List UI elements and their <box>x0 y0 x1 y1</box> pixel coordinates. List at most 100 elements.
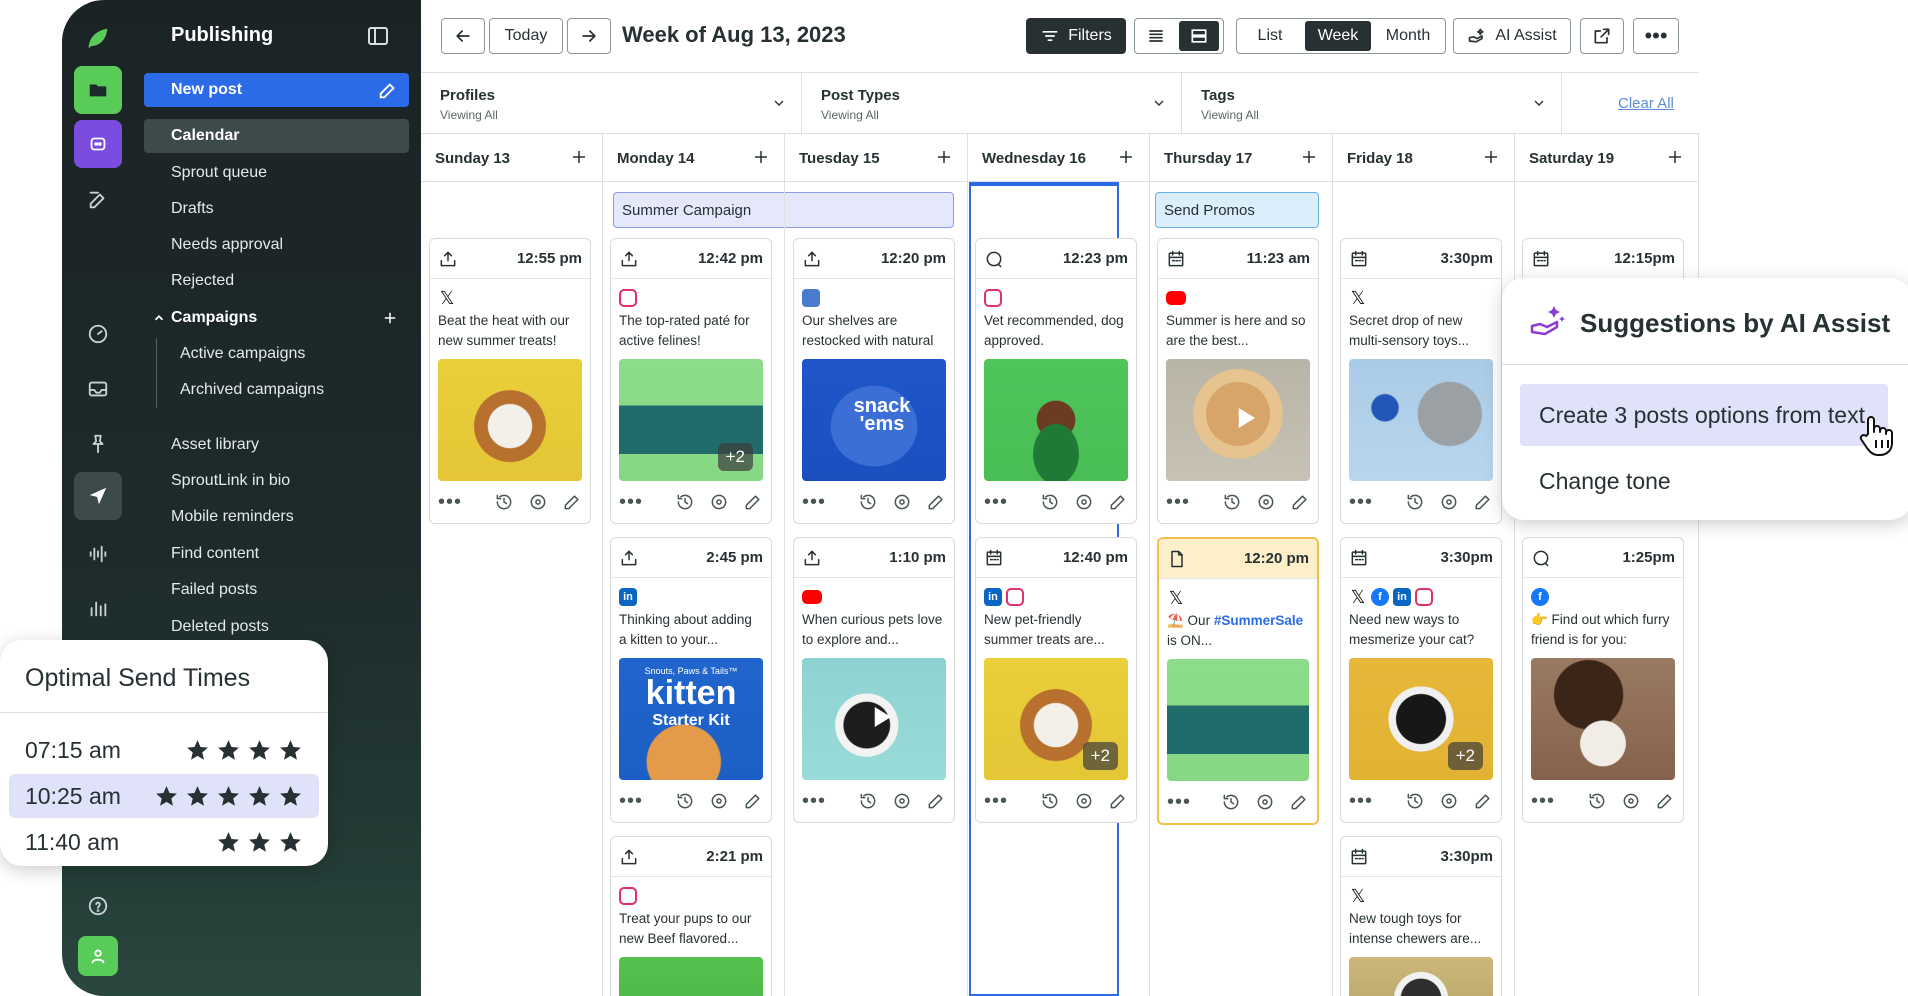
sidebar-item-sprout-queue[interactable]: Sprout queue <box>144 156 409 190</box>
expanded-view-icon[interactable] <box>1179 21 1219 51</box>
post-image[interactable] <box>1166 359 1310 481</box>
add-post-icon[interactable] <box>1666 148 1684 166</box>
preview-eye-icon[interactable] <box>1074 492 1094 512</box>
preview-eye-icon[interactable] <box>892 492 912 512</box>
history-icon[interactable] <box>858 492 878 512</box>
more-actions-icon[interactable]: ••• <box>802 790 826 813</box>
view-list-tab[interactable]: List <box>1237 19 1303 53</box>
filters-button[interactable]: Filters <box>1026 18 1126 54</box>
edit-pencil-icon[interactable] <box>1108 492 1128 512</box>
edit-pencil-icon[interactable] <box>1655 791 1675 811</box>
send-icon[interactable] <box>74 472 122 520</box>
preview-eye-icon[interactable] <box>1074 791 1094 811</box>
edit-pencil-icon[interactable] <box>743 492 763 512</box>
sidebar-item-asset-library[interactable]: Asset library <box>144 428 409 462</box>
post-image[interactable] <box>1349 359 1493 481</box>
preview-eye-icon[interactable] <box>1255 792 1275 812</box>
post-card[interactable]: 12:55 pm 𝕏 Beat the heat with our new summ… <box>429 238 591 524</box>
listening-icon[interactable] <box>74 530 122 578</box>
post-card[interactable]: 1:10 pm When curious pets love to explore… <box>793 537 955 823</box>
compact-view-icon[interactable] <box>1135 19 1177 53</box>
bot-icon[interactable] <box>74 120 122 168</box>
more-actions-icon[interactable]: ••• <box>1166 491 1190 514</box>
more-actions-icon[interactable]: ••• <box>1349 491 1373 514</box>
preview-eye-icon[interactable] <box>1621 791 1641 811</box>
more-actions-icon[interactable]: ••• <box>984 790 1008 813</box>
more-actions-icon[interactable]: ••• <box>1531 790 1555 813</box>
history-icon[interactable] <box>1221 792 1241 812</box>
preview-eye-icon[interactable] <box>709 791 729 811</box>
post-card[interactable]: 12:40 pm in New pet-friendly summer treats… <box>975 537 1137 823</box>
profiles-filter[interactable]: Profiles Viewing All <box>421 73 802 135</box>
sidebar-item-deleted-posts[interactable]: Deleted posts <box>144 610 409 644</box>
post-card[interactable]: 3:30pm 𝕏f in Need new ways to mesmerize you… <box>1340 537 1502 823</box>
preview-eye-icon[interactable] <box>528 492 548 512</box>
edit-pencil-icon[interactable] <box>562 492 582 512</box>
gauge-icon[interactable] <box>74 310 122 358</box>
send-time-row[interactable]: 10:25 am <box>9 774 319 818</box>
history-icon[interactable] <box>1405 791 1425 811</box>
post-card[interactable]: 11:23 am Summer is here and so are the be… <box>1157 238 1319 524</box>
post-image[interactable] <box>438 359 582 481</box>
view-week-tab[interactable]: Week <box>1305 21 1371 51</box>
view-month-tab[interactable]: Month <box>1373 19 1443 53</box>
ai-option-create-posts[interactable]: Create 3 posts options from text <box>1520 384 1888 446</box>
post-card[interactable]: 3:30pm 𝕏 Secret drop of new multi-sensory … <box>1340 238 1502 524</box>
sidebar-item-campaigns[interactable]: Campaigns <box>144 301 409 335</box>
sidebar-item-archived-campaigns[interactable]: Archived campaigns <box>154 373 409 407</box>
post-card[interactable]: 2:21 pm Treat your pups to our new Beef f… <box>610 836 772 996</box>
sidebar-item-find-content[interactable]: Find content <box>144 537 409 571</box>
inbox-icon[interactable] <box>74 365 122 413</box>
clear-all-link[interactable]: Clear All <box>1618 95 1674 112</box>
edit-pencil-icon[interactable] <box>926 492 946 512</box>
edit-pencil-icon[interactable] <box>743 791 763 811</box>
play-icon[interactable] <box>1230 403 1260 433</box>
post-card[interactable]: 1:25pm f 👉 Find out which furry friend is … <box>1522 537 1684 823</box>
edit-pencil-icon[interactable] <box>926 791 946 811</box>
add-post-icon[interactable] <box>752 148 770 166</box>
sidebar-item-needs-approval[interactable]: Needs approval <box>144 228 409 262</box>
history-icon[interactable] <box>858 791 878 811</box>
history-icon[interactable] <box>1587 791 1607 811</box>
history-icon[interactable] <box>1040 791 1060 811</box>
more-actions-icon[interactable]: ••• <box>984 491 1008 514</box>
help-icon[interactable] <box>74 882 122 930</box>
post-image[interactable]: snack 'ems <box>802 359 946 481</box>
pin-icon[interactable] <box>74 420 122 468</box>
history-icon[interactable] <box>675 492 695 512</box>
new-post-button[interactable]: New post <box>144 73 409 107</box>
reports-icon[interactable] <box>74 584 122 632</box>
send-time-row[interactable]: 11:40 am <box>9 820 319 864</box>
post-image[interactable] <box>984 359 1128 481</box>
add-post-icon[interactable] <box>1482 148 1500 166</box>
edit-pencil-icon[interactable] <box>1289 792 1309 812</box>
post-image[interactable] <box>619 957 763 996</box>
ai-assist-button[interactable]: AI Assist <box>1453 18 1571 54</box>
preview-eye-icon[interactable] <box>1256 492 1276 512</box>
edit-pencil-icon[interactable] <box>1473 492 1493 512</box>
sidebar-item-drafts[interactable]: Drafts <box>144 192 409 226</box>
post-card[interactable]: 12:23 pm Vet recommended, dog approved. ••… <box>975 238 1137 524</box>
collapse-sidebar-icon[interactable] <box>366 24 390 53</box>
post-image[interactable]: +2 <box>619 359 763 481</box>
hashtag-link[interactable]: #SummerSale <box>1214 613 1303 628</box>
preview-eye-icon[interactable] <box>1439 492 1459 512</box>
post-image[interactable] <box>1531 658 1675 780</box>
history-icon[interactable] <box>1040 492 1060 512</box>
post-card[interactable]: 12:42 pm The top-rated paté for active fe… <box>610 238 772 524</box>
more-actions-icon[interactable]: ••• <box>438 491 462 514</box>
compose-icon[interactable] <box>74 176 122 224</box>
add-post-icon[interactable] <box>935 148 953 166</box>
today-button[interactable]: Today <box>489 18 563 54</box>
history-icon[interactable] <box>494 492 514 512</box>
post-image[interactable]: +2 <box>984 658 1128 780</box>
sprout-logo-icon[interactable] <box>74 14 122 62</box>
ai-option-change-tone[interactable]: Change tone <box>1520 450 1888 512</box>
post-image[interactable] <box>1349 957 1493 996</box>
sidebar-item-sproutlink[interactable]: SproutLink in bio <box>144 464 409 498</box>
post-card[interactable]: 12:20 pm 𝕏 ⛱️ Our #SummerSale is ON... ••• <box>1157 537 1319 825</box>
more-actions-icon[interactable]: ••• <box>619 491 643 514</box>
post-card[interactable]: 2:45 pm in Thinking about adding a kitten … <box>610 537 772 823</box>
more-options-button[interactable]: ••• <box>1633 18 1679 54</box>
edit-pencil-icon[interactable] <box>1473 791 1493 811</box>
